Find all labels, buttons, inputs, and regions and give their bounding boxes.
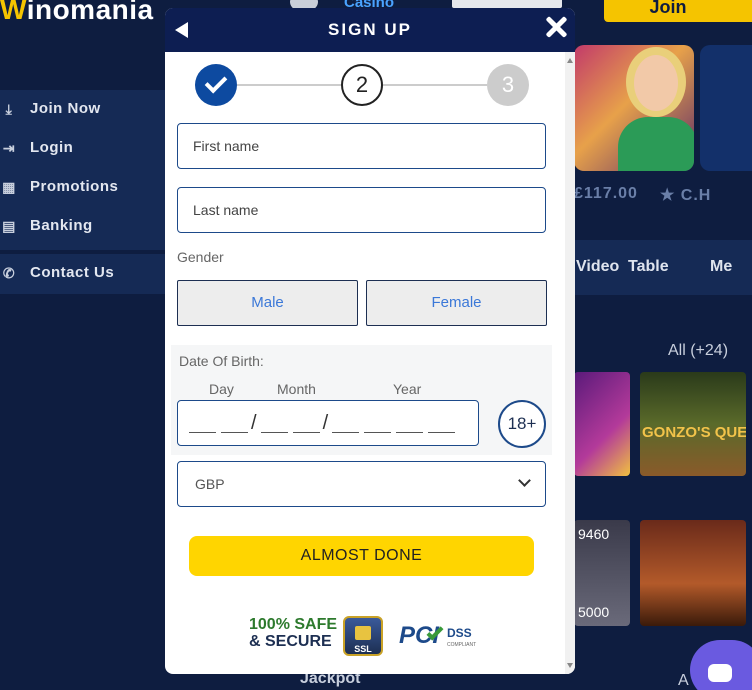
- sidebar-item-label: Contact Us: [30, 264, 115, 281]
- hero-banner-next[interactable]: [700, 45, 752, 171]
- almost-done-button[interactable]: ALMOST DONE: [189, 536, 534, 576]
- step-1-completed-check-icon: [195, 64, 237, 106]
- chat-button[interactable]: [690, 640, 752, 690]
- dob-day-digit: [221, 431, 248, 433]
- all-games-link[interactable]: All (+24): [668, 342, 728, 360]
- gift-icon: ▦: [2, 178, 16, 195]
- scroll-down-icon[interactable]: [567, 663, 573, 668]
- step-connector: [383, 84, 487, 86]
- dob-year-digit: [364, 431, 392, 433]
- game-thumbnail-live[interactable]: 9460 5000: [574, 520, 630, 626]
- date-of-birth-section: Date Of Birth: Day Month Year / / 18+: [171, 345, 552, 455]
- first-name-field[interactable]: [177, 123, 546, 169]
- hero-banner[interactable]: [574, 45, 694, 171]
- nav-search-bar[interactable]: [452, 0, 562, 8]
- game-thumbnail[interactable]: [574, 372, 630, 476]
- dob-year-digit: [332, 431, 360, 433]
- sidebar-item-label: Join Now: [30, 100, 101, 117]
- game-thumbnail-book-of-dead[interactable]: [640, 520, 746, 626]
- gender-male-button[interactable]: Male: [177, 280, 358, 326]
- dob-year-digit: [396, 431, 424, 433]
- download-icon: ⤓: [5, 100, 13, 117]
- sidebar-item-contact-us[interactable]: ✆ Contact Us: [0, 264, 114, 281]
- currency-value: GBP: [195, 476, 225, 492]
- step-3-upcoming: 3: [487, 64, 529, 106]
- game-title: GONZO'S QUEST: [642, 424, 746, 441]
- last-name-field[interactable]: [177, 187, 546, 233]
- join-button[interactable]: Join: [604, 0, 752, 22]
- winner-amount: £117.00: [574, 185, 638, 202]
- banking-icon: ▤: [2, 217, 16, 234]
- dob-day-label: Day: [209, 381, 234, 397]
- dob-year-digit: [428, 431, 456, 433]
- winner-name: ★ C.H: [660, 187, 712, 204]
- safe-secure-badge: 100% SAFE & SECURE: [249, 616, 338, 650]
- gender-female-button[interactable]: Female: [366, 280, 547, 326]
- sidebar-item-label: Banking: [30, 217, 93, 234]
- game-thumbnail-gonzos-quest[interactable]: GONZO'S QUEST: [640, 372, 746, 476]
- dob-separator: /: [251, 411, 257, 434]
- scroll-up-icon[interactable]: [567, 58, 573, 63]
- sidebar-item-login[interactable]: ⇥ Login: [0, 139, 73, 156]
- dob-month-label: Month: [277, 381, 316, 397]
- dob-year-label: Year: [393, 381, 422, 397]
- category-video[interactable]: Video: [576, 258, 619, 276]
- modal-title: SIGN UP: [328, 20, 412, 39]
- chat-icon: [708, 664, 732, 682]
- modal-scrollbar[interactable]: [565, 52, 575, 674]
- gender-label: Gender: [177, 249, 224, 265]
- dob-month-digit: [260, 431, 288, 433]
- dob-day-digit: [189, 431, 216, 433]
- sidebar-item-label: Promotions: [30, 178, 119, 195]
- chevron-down-icon: [518, 474, 531, 487]
- jackpot-counter: 9460: [578, 526, 610, 542]
- hero-image-body: [618, 117, 694, 171]
- pci-dss-badge: PCI DSS COMPLIANT: [399, 622, 477, 649]
- sidebar-item-label: Login: [30, 139, 74, 156]
- step-progress: 2 3: [195, 64, 529, 106]
- currency-select[interactable]: GBP: [177, 461, 546, 507]
- sidebar-item-promotions[interactable]: ▦ Promotions: [0, 178, 118, 195]
- age-restriction-badge: 18+: [498, 400, 546, 448]
- category-more[interactable]: Me: [710, 258, 732, 276]
- dob-input[interactable]: / /: [177, 400, 479, 446]
- close-icon[interactable]: [545, 16, 567, 38]
- sidebar-item-join-now[interactable]: ⤓ Join Now: [0, 100, 101, 117]
- dob-separator: /: [322, 411, 329, 434]
- ssl-badge-icon: SSL: [343, 616, 383, 656]
- hero-image-face: [634, 55, 678, 111]
- jackpot-counter-2: 5000: [578, 604, 610, 620]
- signup-modal: SIGN UP 2 3 Gender Male Female Date Of B…: [165, 8, 575, 674]
- login-icon: ⇥: [2, 139, 16, 156]
- step-connector: [237, 84, 341, 86]
- section-label: A: [678, 672, 689, 689]
- sidebar-item-banking[interactable]: ▤ Banking: [0, 217, 93, 234]
- category-table[interactable]: Table: [628, 258, 669, 276]
- phone-icon: ✆: [2, 264, 16, 281]
- site-logo[interactable]: Winomania: [0, 0, 154, 26]
- back-arrow-icon[interactable]: [175, 22, 188, 38]
- lock-icon: [355, 626, 371, 640]
- trust-badges: 100% SAFE & SECURE SSL PCI DSS COMPLIANT: [249, 616, 489, 656]
- dob-label: Date Of Birth:: [179, 353, 264, 369]
- dob-month-digit: [292, 431, 320, 433]
- step-2-current: 2: [341, 64, 383, 106]
- modal-header: SIGN UP: [165, 8, 575, 52]
